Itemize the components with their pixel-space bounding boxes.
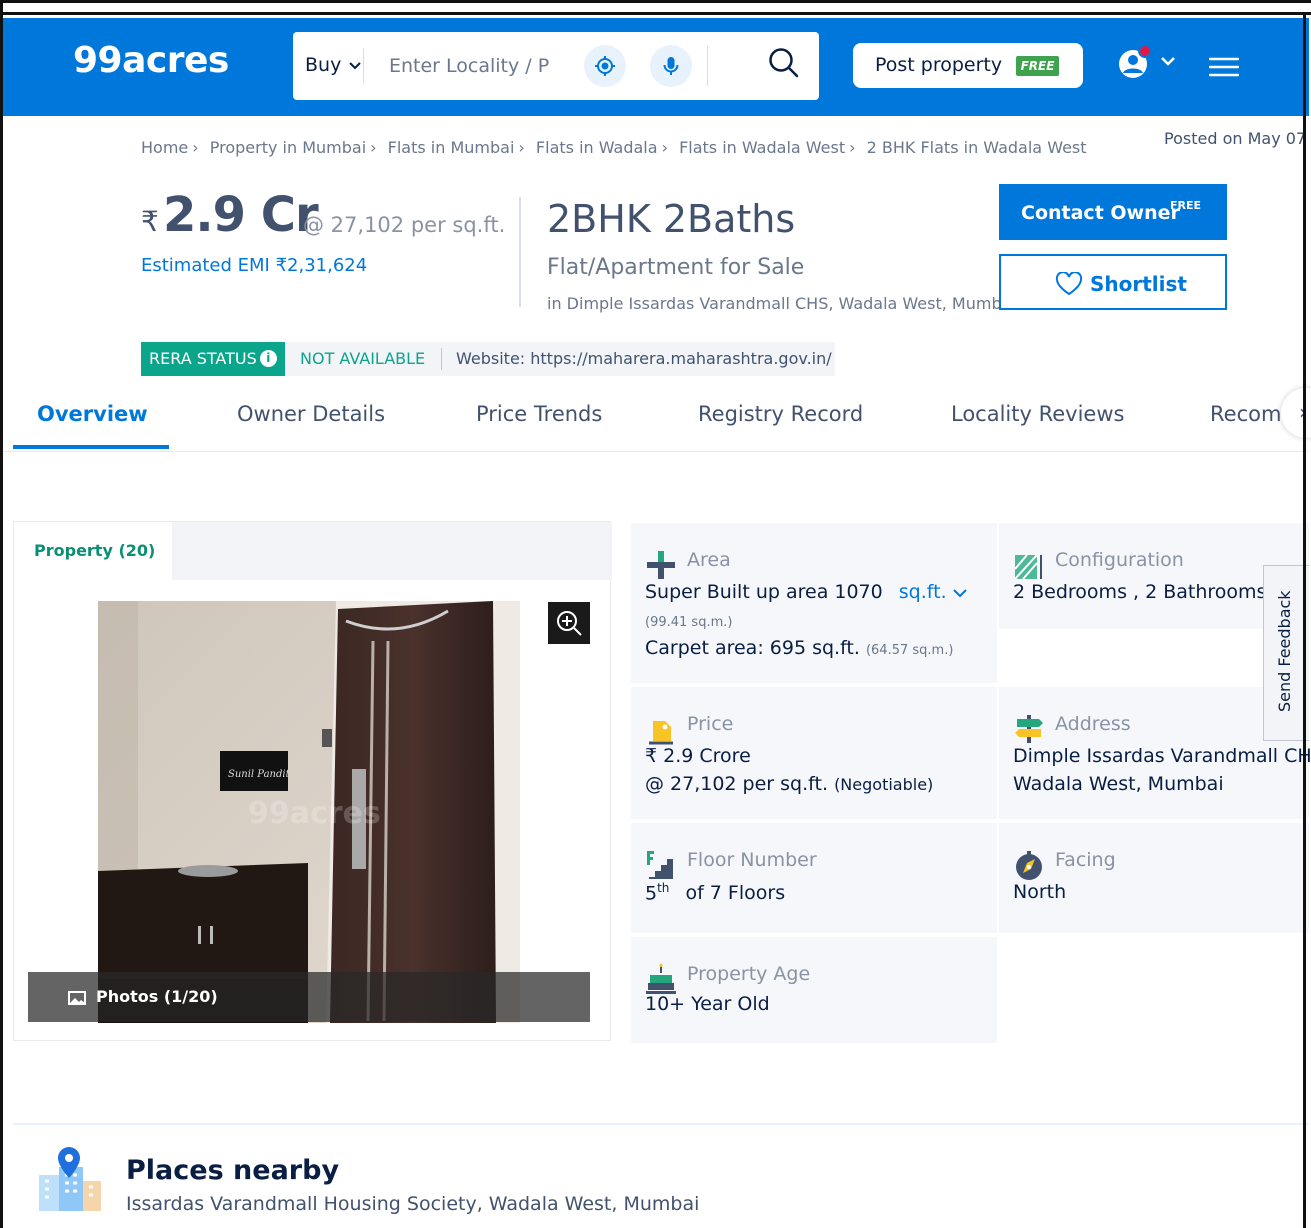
listing-price: 2.9 Cr	[163, 187, 319, 243]
contact-owner-button[interactable]: Contact Owner FREE	[999, 184, 1227, 240]
photo-panel: Property (20) Sunil Pandit 99acres Photo…	[13, 521, 612, 1041]
super-built-up-area: Super Built up area 1070	[645, 581, 883, 603]
photos-counter-bar[interactable]: Photos (1/20)	[28, 972, 590, 1022]
post-property-button[interactable]: Post property FREE	[853, 43, 1083, 88]
breadcrumb: Home › Property in Mumbai › Flats in Mumba…	[141, 138, 1087, 157]
zoom-button[interactable]	[548, 602, 590, 644]
heart-icon	[1055, 272, 1083, 296]
property-type: Flat/Apartment for Sale	[547, 255, 805, 280]
detail-price: Price ₹ 2.9 Crore @ 27,102 per sq.ft. (N…	[631, 687, 997, 819]
breadcrumb-item[interactable]: Flats in Wadala West	[679, 138, 845, 157]
rera-status-badge: RERA STATUS i	[141, 342, 285, 376]
listing-config-title: 2BHK 2Baths	[547, 197, 796, 241]
voice-search-button[interactable]	[650, 45, 692, 87]
price-per-sqft-detail: @ 27,102 per sq.ft.	[645, 773, 829, 795]
places-nearby-section: Places nearby Issardas Varandmall Housin…	[13, 1123, 1309, 1228]
breadcrumb-item[interactable]: Flats in Mumbai	[388, 138, 515, 157]
frame-border-right	[1303, 12, 1306, 1228]
places-nearby-subtitle: Issardas Varandmall Housing Society, Wad…	[126, 1193, 700, 1215]
floor-stairs-icon	[647, 851, 673, 879]
tab-price-trends[interactable]: Price Trends	[476, 402, 602, 426]
frame-border-top	[0, 12, 1311, 15]
search-icon[interactable]	[767, 46, 801, 80]
divider	[441, 348, 442, 370]
location-buildings-icon	[39, 1147, 101, 1211]
tab-property-photos[interactable]: Property (20)	[14, 522, 172, 580]
property-photo[interactable]: Sunil Pandit 99acres	[98, 601, 520, 1023]
active-tab-indicator	[13, 445, 169, 449]
hamburger-menu-icon[interactable]	[1209, 56, 1239, 78]
price-tag-icon	[649, 721, 673, 745]
unit-dropdown[interactable]: sq.ft.	[899, 581, 967, 603]
free-badge: FREE	[1016, 56, 1059, 76]
breadcrumb-item[interactable]: Home	[141, 138, 188, 157]
chevron-down-icon	[349, 61, 362, 69]
tabs-next-button[interactable]: ›	[1281, 388, 1311, 438]
compass-icon	[1016, 851, 1042, 880]
tab-owner-details[interactable]: Owner Details	[237, 402, 385, 426]
rupee-symbol: ₹	[141, 205, 159, 238]
watermark: 99acres	[248, 796, 381, 831]
shortlist-button[interactable]: Shortlist	[999, 254, 1227, 310]
address-line-2: Wadala West, Mumbai	[1013, 773, 1224, 795]
site-logo[interactable]: 99acres	[73, 40, 229, 81]
tab-locality-reviews[interactable]: Locality Reviews	[951, 402, 1124, 426]
carpet-area: Carpet area: 695 sq.ft.	[645, 637, 860, 659]
detail-property-age: Property Age 10+ Year Old	[631, 937, 997, 1043]
signpost-icon	[1015, 715, 1043, 743]
breadcrumb-item[interactable]: 2 BHK Flats in Wadala West	[867, 138, 1087, 157]
facing-value: North	[1013, 881, 1067, 903]
price-value: ₹ 2.9 Crore	[645, 745, 751, 767]
top-header: 99acres Buy Post property FREE	[3, 18, 1309, 116]
places-nearby-title: Places nearby	[126, 1155, 340, 1186]
svg-text:Sunil Pandit: Sunil Pandit	[228, 769, 291, 780]
search-bar: Buy	[293, 32, 819, 100]
info-icon[interactable]: i	[259, 349, 277, 367]
address-line-1: Dimple Issardas Varandmall CHS,	[1013, 745, 1311, 767]
tab-registry-record[interactable]: Registry Record	[698, 402, 863, 426]
section-tabs: Overview Owner Details Price Trends Regi…	[3, 388, 1311, 452]
total-floors: of 7 Floors	[685, 882, 786, 905]
chevron-down-icon[interactable]	[1161, 56, 1175, 66]
user-account-icon[interactable]	[1117, 44, 1155, 80]
location-target-icon	[595, 56, 615, 76]
carpet-area-sqm: (64.57 sq.m.)	[865, 643, 954, 658]
divider	[519, 197, 521, 307]
breadcrumb-item[interactable]: Flats in Wadala	[536, 138, 658, 157]
estimated-emi-link[interactable]: Estimated EMI ₹2,31,624	[141, 255, 367, 276]
locality-search-input[interactable]	[389, 52, 549, 80]
zoom-in-icon	[557, 611, 582, 636]
rera-website: Website: https://maharera.maharashtra.go…	[443, 342, 835, 376]
configuration-value: 2 Bedrooms , 2 Bathrooms	[1013, 581, 1267, 603]
free-badge: FREE	[1170, 199, 1202, 212]
breadcrumb-item[interactable]: Property in Mumbai	[210, 138, 366, 157]
locate-me-button[interactable]	[584, 45, 626, 87]
divider	[363, 48, 364, 84]
rera-status-value: NOT AVAILABLE	[285, 342, 443, 376]
cake-age-icon	[646, 963, 676, 994]
divider	[707, 46, 708, 86]
price-per-sqft: @ 27,102 per sq.ft.	[303, 213, 506, 237]
super-area-sqm: (99.41 sq.m.)	[645, 615, 733, 630]
chevron-down-icon	[952, 589, 967, 598]
tab-overview[interactable]: Overview	[37, 402, 148, 426]
detail-floor: Floor Number 5th of 7 Floors	[631, 823, 997, 933]
image-icon	[68, 991, 86, 1005]
property-location: in Dimple Issardas Varandmall CHS, Wadal…	[547, 294, 999, 313]
detail-facing: Facing North	[999, 823, 1309, 933]
property-photo-image: Sunil Pandit 99acres	[98, 601, 520, 1023]
photo-tabbar: Property (20)	[14, 522, 612, 580]
floor-number: 5	[645, 882, 658, 905]
buy-dropdown[interactable]: Buy	[305, 54, 362, 76]
configuration-icon	[1014, 554, 1042, 580]
detail-area: Area Super Built up area 1070 sq.ft. (99…	[631, 523, 997, 683]
posted-date: Posted on May 07	[1164, 129, 1307, 148]
microphone-icon	[663, 57, 679, 75]
property-age-value: 10+ Year Old	[645, 993, 770, 1015]
area-icon	[647, 551, 675, 579]
negotiable-note: (Negotiable)	[834, 775, 934, 794]
page-frame: 99acres Buy Post property FREE Hom	[0, 0, 1311, 1228]
